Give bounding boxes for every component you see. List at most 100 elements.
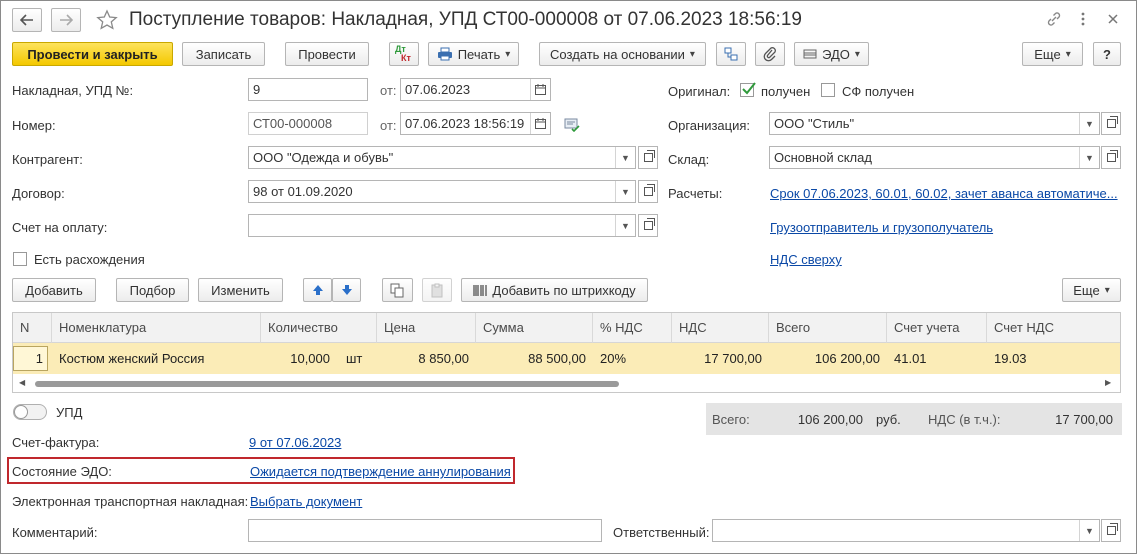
- create-based-on-button[interactable]: Создать на основании ▾: [539, 42, 706, 66]
- open-counterparty-button[interactable]: [638, 146, 658, 169]
- add-row-button[interactable]: Добавить: [12, 278, 96, 302]
- invoice-date-field[interactable]: 07.06.2023: [400, 78, 551, 101]
- star-icon[interactable]: [96, 9, 118, 31]
- move-up-button[interactable]: [303, 278, 332, 302]
- organization-label: Организация:: [668, 118, 751, 133]
- warehouse-field[interactable]: Основной склад ▼: [769, 146, 1100, 169]
- move-down-button[interactable]: [332, 278, 361, 302]
- dropdown-arrow-icon[interactable]: ▼: [615, 181, 635, 202]
- arrow-down-icon: [341, 285, 352, 295]
- table-more-button[interactable]: Еще ▾: [1062, 278, 1121, 302]
- dt-kt-button[interactable]: Дт Кт: [389, 42, 419, 66]
- open-responsible-button[interactable]: [1101, 519, 1121, 542]
- sf-received-checkbox[interactable]: [821, 83, 835, 97]
- cell-total[interactable]: 106 200,00: [769, 343, 887, 374]
- cell-quantity[interactable]: 10,000: [261, 343, 337, 374]
- cell-n[interactable]: 1: [13, 346, 48, 371]
- add-by-barcode-button[interactable]: Добавить по штрихкоду: [461, 278, 648, 302]
- cell-item[interactable]: Костюм женский Россия: [52, 343, 261, 374]
- edo-state-label: Состояние ЭДО:: [12, 464, 112, 479]
- cell-unit[interactable]: шт: [339, 343, 377, 374]
- horizontal-scrollbar[interactable]: ◀ ▶: [13, 376, 1120, 392]
- calendar-icon[interactable]: [530, 113, 550, 134]
- cell-vat-rate[interactable]: 20%: [593, 343, 672, 374]
- edit-row-button[interactable]: Изменить: [198, 278, 283, 302]
- paste-row-button[interactable]: [422, 278, 452, 302]
- dropdown-arrow-icon[interactable]: ▼: [615, 147, 635, 168]
- attachments-button[interactable]: [755, 42, 785, 66]
- cell-vat-account[interactable]: 19.03: [987, 343, 1120, 374]
- upd-toggle[interactable]: [13, 404, 47, 420]
- original-received-checkbox[interactable]: [740, 82, 756, 97]
- payment-invoice-field[interactable]: ▼: [248, 214, 636, 237]
- printer-icon: [437, 47, 452, 61]
- scroll-left-icon[interactable]: ◀: [19, 378, 25, 387]
- link-icon[interactable]: [1046, 11, 1062, 27]
- window-title: Поступление товаров: Накладная, УПД СТ00…: [129, 9, 802, 30]
- column-header-vat[interactable]: НДС: [672, 313, 769, 343]
- vat-included-label: НДС (в т.ч.):: [928, 412, 1001, 427]
- scroll-right-icon[interactable]: ▶: [1105, 378, 1111, 387]
- organization-field[interactable]: ООО "Стиль" ▼: [769, 112, 1100, 135]
- post-button[interactable]: Провести: [285, 42, 369, 66]
- edo-state-link[interactable]: Ожидается подтверждение аннулирования: [250, 464, 511, 479]
- back-button[interactable]: [12, 8, 42, 32]
- cell-account[interactable]: 41.01: [887, 343, 987, 374]
- discrepancies-checkbox[interactable]: [13, 252, 27, 266]
- responsible-field[interactable]: ▼: [712, 519, 1100, 542]
- invoice-number-field[interactable]: 9: [248, 78, 368, 101]
- vat-on-top-link[interactable]: НДС сверху: [770, 252, 842, 267]
- calendar-icon[interactable]: [530, 79, 550, 100]
- close-icon[interactable]: [1108, 14, 1118, 24]
- edo-button[interactable]: ЭДО ▾: [794, 42, 869, 66]
- forward-button[interactable]: [51, 8, 81, 32]
- select-document-link[interactable]: Выбрать документ: [250, 494, 362, 509]
- dropdown-arrow-icon[interactable]: ▼: [615, 215, 635, 236]
- cell-sum[interactable]: 88 500,00: [476, 343, 593, 374]
- comment-field[interactable]: [248, 519, 602, 542]
- scrollbar-thumb[interactable]: [35, 381, 619, 387]
- copy-icon: [390, 283, 404, 297]
- shipper-consignee-link[interactable]: Грузоотправитель и грузополучатель: [770, 220, 993, 235]
- cell-vat[interactable]: 17 700,00: [672, 343, 769, 374]
- counterparty-field[interactable]: ООО "Одежда и обувь" ▼: [248, 146, 636, 169]
- kebab-menu-icon[interactable]: [1079, 11, 1087, 27]
- open-payment-invoice-button[interactable]: [638, 214, 658, 237]
- save-button[interactable]: Записать: [182, 42, 265, 66]
- invoice-date-from-label: от:: [380, 83, 397, 98]
- cell-price[interactable]: 8 850,00: [377, 343, 476, 374]
- print-button[interactable]: Печать ▾: [428, 42, 519, 66]
- column-header-n[interactable]: N: [13, 313, 52, 343]
- column-header-quantity[interactable]: Количество: [261, 313, 377, 343]
- number-date-field[interactable]: 07.06.2023 18:56:19: [400, 112, 551, 135]
- discrepancies-label: Есть расхождения: [34, 252, 145, 267]
- pick-button[interactable]: Подбор: [116, 278, 189, 302]
- invoice-sf-link[interactable]: 9 от 07.06.2023: [249, 435, 341, 450]
- structure-button[interactable]: [716, 42, 746, 66]
- column-header-sum[interactable]: Сумма: [476, 313, 593, 343]
- column-header-total[interactable]: Всего: [769, 313, 887, 343]
- column-header-vat-account[interactable]: Счет НДС: [987, 313, 1120, 343]
- open-organization-button[interactable]: [1101, 112, 1121, 135]
- dropdown-arrow-icon[interactable]: ▼: [1079, 520, 1099, 541]
- comment-check-icon[interactable]: [564, 118, 580, 132]
- paperclip-icon: [763, 47, 776, 62]
- dropdown-arrow-icon[interactable]: ▼: [1079, 113, 1099, 134]
- dropdown-arrow-icon[interactable]: ▼: [1079, 147, 1099, 168]
- open-contract-button[interactable]: [638, 180, 658, 203]
- column-header-item[interactable]: Номенклатура: [52, 313, 261, 343]
- column-header-price[interactable]: Цена: [377, 313, 476, 343]
- contract-field[interactable]: 98 от 01.09.2020 ▼: [248, 180, 636, 203]
- column-header-account[interactable]: Счет учета: [887, 313, 987, 343]
- create-based-on-label: Создать на основании: [550, 46, 685, 62]
- table-row[interactable]: 1 Костюм женский Россия 10,000 шт 8 850,…: [13, 343, 1120, 374]
- copy-row-button[interactable]: [382, 278, 413, 302]
- post-and-close-button[interactable]: Провести и закрыть: [12, 42, 173, 66]
- help-button[interactable]: ?: [1093, 42, 1121, 66]
- settlements-link[interactable]: Срок 07.06.2023, 60.01, 60.02, зачет ава…: [770, 186, 1118, 201]
- column-header-vat-rate[interactable]: % НДС: [593, 313, 672, 343]
- open-warehouse-button[interactable]: [1101, 146, 1121, 169]
- more-button[interactable]: Еще ▾: [1022, 42, 1083, 66]
- number-field[interactable]: СТ00-000008: [248, 112, 368, 135]
- paste-icon: [431, 283, 442, 297]
